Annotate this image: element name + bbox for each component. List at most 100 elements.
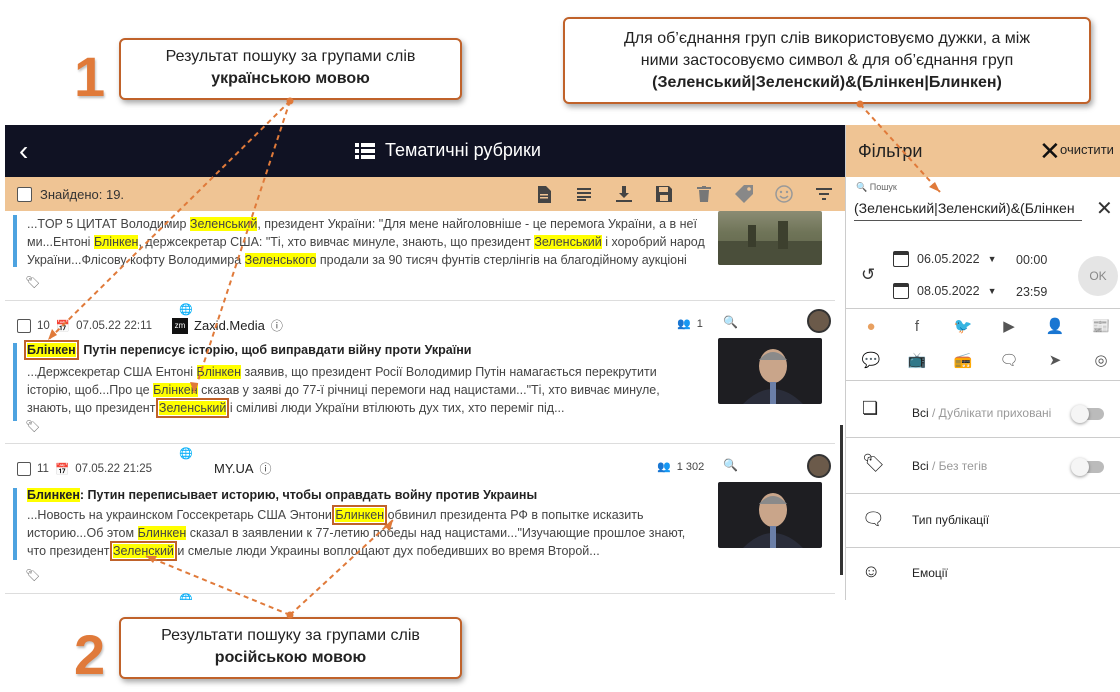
article-headline[interactable]: Блінкен: Путін переписує історію, щоб ви… — [24, 340, 471, 360]
instagram-icon[interactable]: ◎ — [1090, 349, 1112, 371]
radio-icon[interactable]: 📻 — [952, 349, 974, 371]
tv-icon[interactable]: 📺 — [906, 349, 928, 371]
date-from[interactable]: 06.05.2022 ▼ — [893, 251, 996, 267]
callout-number-2: 2 — [74, 623, 106, 686]
tags-toggle[interactable] — [1071, 458, 1104, 476]
list-icon — [355, 142, 375, 159]
article-number: 10 — [37, 319, 50, 332]
people-icon: 👥 — [677, 318, 691, 330]
article-marker — [13, 215, 17, 267]
article-checkbox[interactable] — [17, 318, 31, 333]
people-icon: 👥 — [657, 461, 671, 473]
tag-icon[interactable]: 🏷 — [25, 568, 40, 582]
chevron-down-icon: ▼ — [987, 254, 997, 264]
info-icon[interactable]: ⓘ — [260, 460, 272, 477]
article-marker — [13, 343, 17, 421]
clear-search-icon[interactable]: ✕ — [1096, 196, 1113, 221]
article-card[interactable]: ...TOP 5 ЦИТАТ Володимир Зеленський, пре… — [5, 211, 835, 301]
found-count: Знайдено: 19. — [40, 186, 125, 202]
facebook-icon[interactable]: f — [906, 315, 928, 337]
filter-publication-type[interactable]: 🗨 Тип публікації — [846, 493, 1120, 547]
web-icon[interactable]: ● — [860, 315, 882, 337]
date-to[interactable]: 08.05.2022 ▼ — [893, 283, 996, 299]
preview-icon[interactable]: 🔍 — [723, 315, 738, 329]
close-icon[interactable]: ✕ — [1039, 136, 1061, 167]
globe-icon: 🌐 — [179, 304, 193, 316]
article-meta: 11 📅 07.05.22 21:25 MY.UA ⓘ — [17, 460, 272, 477]
filters-title: Фільтри — [858, 141, 923, 161]
clear-filters-button[interactable]: очистити — [1060, 142, 1114, 157]
save-icon[interactable] — [655, 184, 673, 204]
article-number: 11 — [37, 462, 49, 475]
article-card[interactable]: 11 📅 07.05.22 21:25 MY.UA ⓘ 🌐 👥 1 302 🔍 … — [5, 444, 835, 594]
news-icon[interactable]: 📰 — [1090, 315, 1112, 337]
search-icon: 🔍 — [856, 182, 868, 192]
ok-button[interactable]: OK — [1078, 256, 1118, 296]
article-snippet: ...Держсекретар США Ентоні Блінкен заяви… — [27, 365, 660, 418]
article-thumbnail[interactable] — [718, 482, 822, 548]
back-icon[interactable]: ‹ — [19, 135, 28, 167]
search-label: 🔍 Пошук — [856, 182, 897, 192]
select-all-checkbox[interactable] — [17, 186, 32, 202]
article-checkbox[interactable] — [17, 461, 31, 476]
info-icon[interactable]: ⓘ — [271, 317, 283, 334]
toolbar-icons — [535, 184, 833, 204]
smile-icon: ☺ — [862, 561, 881, 581]
calendar-icon — [893, 251, 909, 267]
history-icon[interactable]: ↺ — [861, 265, 875, 285]
app-window: ‹ Тематичні рубрики Знайдено: 19. ...TOP… — [5, 125, 1120, 600]
text-lines-icon[interactable] — [575, 184, 593, 204]
time-to[interactable]: 23:59 — [1016, 285, 1047, 299]
callout-ukrainian: Результат пошуку за групами слів українс… — [119, 38, 462, 100]
page-title-group: Тематичні рубрики — [355, 140, 541, 161]
search-input[interactable]: (Зеленський|Зеленский)&(Блінкен — [854, 200, 1082, 221]
list-scrollbar[interactable] — [840, 425, 843, 575]
copy-icon: ❏ — [862, 398, 879, 418]
article-meta: 10 📅 07.05.22 22:11 zm Zaxid.Media ⓘ — [17, 317, 283, 334]
download-icon[interactable] — [615, 184, 633, 204]
results-list: ...TOP 5 ЦИТАТ Володимир Зеленський, пре… — [5, 211, 843, 600]
telegram-icon[interactable]: ➤ — [1044, 349, 1066, 371]
message-icon: 🗨 — [862, 509, 885, 529]
source-logo: zm — [172, 317, 189, 334]
article-marker — [13, 488, 17, 560]
author-avatar[interactable] — [807, 309, 831, 333]
tag-icon[interactable]: 🏷 — [25, 419, 40, 433]
globe-icon: 🌐 — [179, 448, 193, 460]
article-source[interactable]: Zaxid.Media — [194, 318, 265, 333]
filters-panel: Фільтри ✕ очистити 🔍 Пошук (Зеленський|З… — [845, 125, 1120, 600]
article-thumbnail[interactable] — [718, 211, 822, 265]
calendar-icon: 📅 — [54, 463, 70, 476]
article-headline[interactable]: Блинкен: Путин переписывает историю, что… — [27, 488, 537, 502]
page-title: Тематичні рубрики — [385, 140, 541, 160]
tag-icon[interactable] — [735, 184, 753, 204]
duplicates-toggle[interactable] — [1071, 405, 1104, 423]
article-date: 07.05.22 22:11 — [76, 319, 153, 332]
tag-icon: 🏷 — [862, 453, 885, 473]
article-reach: 👥 1 302 — [657, 460, 705, 474]
callout-syntax: Для об’єднання груп слів використовуємо … — [563, 17, 1091, 104]
filter-duplicates[interactable]: ❏ Всі / Дублікати приховані — [846, 380, 1120, 435]
article-source[interactable]: MY.UA — [214, 461, 254, 476]
document-icon[interactable] — [535, 184, 553, 204]
chevron-down-icon: ▼ — [987, 286, 997, 296]
results-toolbar: Знайдено: 19. — [5, 177, 845, 211]
twitter-icon[interactable]: 🐦 — [952, 315, 974, 337]
filter-tags[interactable]: 🏷 Всі / Без тегів — [846, 437, 1120, 492]
article-thumbnail[interactable] — [718, 338, 822, 404]
delete-icon[interactable] — [695, 184, 713, 204]
callout-russian: Результати пошуку за групами слів російс… — [119, 617, 462, 679]
sort-icon[interactable] — [815, 184, 833, 204]
chat-icon[interactable]: 🗨 — [998, 349, 1020, 371]
author-avatar[interactable] — [807, 454, 831, 478]
article-card[interactable]: 10 📅 07.05.22 22:11 zm Zaxid.Media ⓘ 🌐 👥… — [5, 301, 835, 444]
filter-emotions[interactable]: ☺ Емоції — [846, 547, 1120, 600]
article-reach: 👥 1 — [677, 317, 703, 331]
time-from[interactable]: 00:00 — [1016, 253, 1047, 267]
youtube-icon[interactable]: ▶ — [998, 315, 1020, 337]
emotion-icon[interactable] — [775, 184, 793, 204]
forum-icon[interactable]: 💬 — [860, 349, 882, 371]
profile-icon[interactable]: 👤 — [1044, 315, 1066, 337]
tag-icon[interactable]: 🏷 — [25, 275, 40, 289]
preview-icon[interactable]: 🔍 — [723, 458, 738, 472]
